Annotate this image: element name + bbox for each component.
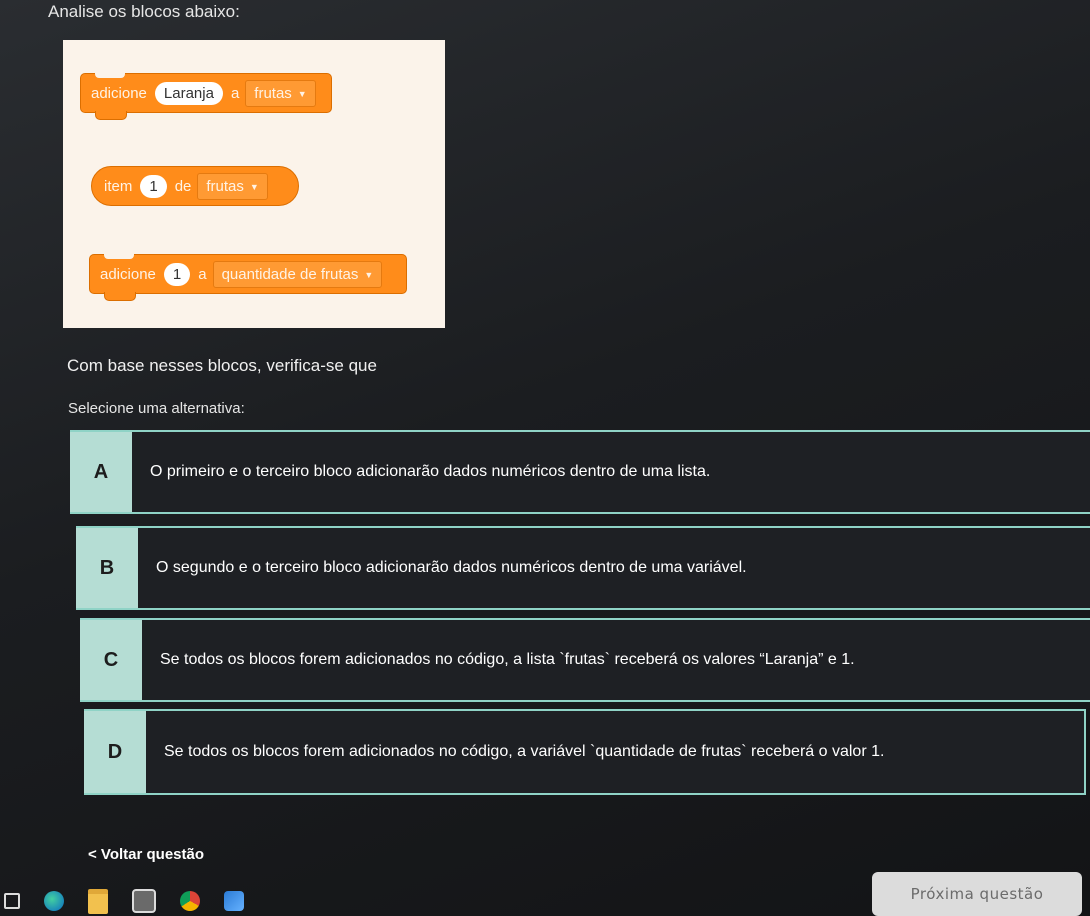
caret-down-icon: ▼ <box>249 181 259 192</box>
block-keyword: item <box>104 177 133 195</box>
question-title: Analise os blocos abaixo: <box>48 2 240 21</box>
option-c[interactable]: C Se todos os blocos forem adicionados n… <box>80 618 1090 702</box>
add-to-list-block: adicione Laranja a frutas ▼ <box>80 73 332 120</box>
option-text: Se todos os blocos forem adicionados no … <box>164 743 885 760</box>
block-connector: a <box>198 265 207 283</box>
option-letter: D <box>84 711 146 793</box>
block-value-pill: 1 <box>140 174 167 198</box>
block-value-pill: Laranja <box>154 81 223 105</box>
caret-down-icon: ▼ <box>364 269 374 280</box>
store-icon[interactable] <box>132 889 156 913</box>
option-d[interactable]: D Se todos os blocos forem adicionados n… <box>84 709 1086 795</box>
task-view-icon[interactable] <box>4 893 20 909</box>
photos-icon[interactable] <box>224 891 244 911</box>
list-dropdown: frutas ▼ <box>197 172 268 200</box>
block-connector: a <box>230 84 240 102</box>
block-value-pill: 1 <box>163 262 191 286</box>
chrome-icon[interactable] <box>180 891 200 911</box>
back-question-link[interactable]: < Voltar questão <box>88 846 204 863</box>
scratch-blocks-image: adicione Laranja a frutas ▼ item 1 de fru… <box>63 40 445 328</box>
block-keyword: adicione <box>100 265 156 283</box>
option-text: O primeiro e o terceiro bloco adicionarã… <box>150 463 711 480</box>
edge-icon[interactable] <box>44 891 64 911</box>
option-letter: B <box>76 528 138 608</box>
option-text: Se todos os blocos forem adicionados no … <box>160 651 855 668</box>
option-letter: A <box>70 432 132 512</box>
option-letter: C <box>80 620 142 700</box>
caret-down-icon: ▼ <box>297 88 307 99</box>
option-text: O segundo e o terceiro bloco adicionarão… <box>156 559 747 576</box>
taskbar <box>0 886 860 916</box>
option-b[interactable]: B O segundo e o terceiro bloco adicionar… <box>76 526 1090 610</box>
question-prompt: Com base nesses blocos, verifica-se que <box>67 356 377 375</box>
block-connector: de <box>174 177 192 195</box>
next-question-button[interactable]: Próxima questão <box>872 872 1082 916</box>
file-explorer-icon[interactable] <box>88 888 108 914</box>
variable-dropdown: quantidade de frutas ▼ <box>212 260 383 288</box>
add-to-variable-block: adicione 1 a quantidade de frutas ▼ <box>89 254 407 301</box>
item-of-list-block: item 1 de frutas ▼ <box>91 166 299 206</box>
option-a[interactable]: A O primeiro e o terceiro bloco adiciona… <box>70 430 1090 514</box>
select-alternative-label: Selecione uma alternativa: <box>68 400 245 417</box>
block-keyword: adicione <box>91 84 147 102</box>
list-dropdown: frutas ▼ <box>245 79 316 107</box>
